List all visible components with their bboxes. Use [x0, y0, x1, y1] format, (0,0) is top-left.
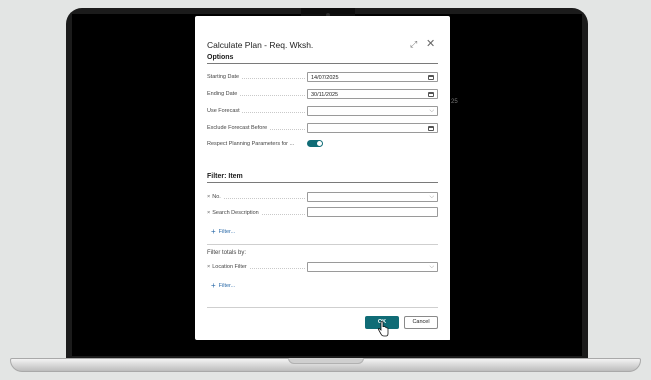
- chevron-down-icon: ⌵: [429, 263, 434, 270]
- cancel-button[interactable]: Cancel: [404, 316, 438, 329]
- search-description-label: × Search Description: [207, 210, 305, 216]
- location-filter-select[interactable]: ⌵: [307, 262, 438, 272]
- close-icon[interactable]: ✕: [426, 37, 435, 50]
- laptop-opening-lip: [288, 358, 364, 364]
- calendar-icon[interactable]: [428, 91, 434, 97]
- plus-icon: +: [211, 227, 216, 236]
- use-forecast-select[interactable]: ⌵: [307, 106, 438, 116]
- location-filter-label: × Location Filter: [207, 264, 305, 270]
- exclude-forecast-field[interactable]: [307, 123, 438, 133]
- options-heading-underline: [207, 63, 438, 64]
- calendar-icon[interactable]: [428, 125, 434, 131]
- search-description-field[interactable]: [307, 207, 438, 217]
- footer-divider: [207, 307, 438, 308]
- starting-date-value: 14/07/2025: [311, 74, 339, 81]
- ending-date-label: Ending Date: [207, 91, 305, 97]
- expand-icon[interactable]: ⤢: [410, 39, 417, 50]
- filter-item-heading[interactable]: Filter: Item: [207, 173, 243, 180]
- hand-cursor-icon: [377, 321, 389, 337]
- chevron-down-icon: ⌵: [429, 193, 434, 200]
- use-forecast-label: Use Forecast: [207, 108, 305, 114]
- dialog-title: Calculate Plan - Req. Wksh.: [207, 40, 314, 50]
- exclude-forecast-label: Exclude Forecast Before: [207, 125, 305, 131]
- item-no-select[interactable]: ⌵: [307, 192, 438, 202]
- calendar-icon[interactable]: [428, 74, 434, 80]
- respect-params-label: Respect Planning Parameters for ...: [207, 141, 297, 147]
- options-heading[interactable]: Options: [207, 54, 233, 61]
- calculate-plan-dialog: Calculate Plan - Req. Wksh. ⤢ ✕ Options …: [195, 16, 450, 340]
- respect-params-toggle[interactable]: [307, 140, 323, 147]
- background-page-value: 25: [451, 99, 458, 105]
- plus-icon: +: [211, 281, 216, 290]
- starting-date-field[interactable]: 14/07/2025: [307, 72, 438, 82]
- chevron-down-icon: ⌵: [429, 107, 434, 114]
- filter-item-underline: [207, 182, 438, 183]
- filter-totals-heading: Filter totals by:: [207, 250, 247, 256]
- toggle-knob: [317, 141, 322, 146]
- item-add-filter-link[interactable]: + Filter...: [211, 227, 235, 236]
- totals-add-filter-link[interactable]: + Filter...: [211, 281, 235, 290]
- section-divider: [207, 244, 438, 245]
- item-no-label: × No.: [207, 194, 305, 200]
- ending-date-field[interactable]: 30/11/2025: [307, 89, 438, 99]
- starting-date-label: Starting Date: [207, 74, 305, 80]
- ending-date-value: 30/11/2025: [311, 91, 339, 98]
